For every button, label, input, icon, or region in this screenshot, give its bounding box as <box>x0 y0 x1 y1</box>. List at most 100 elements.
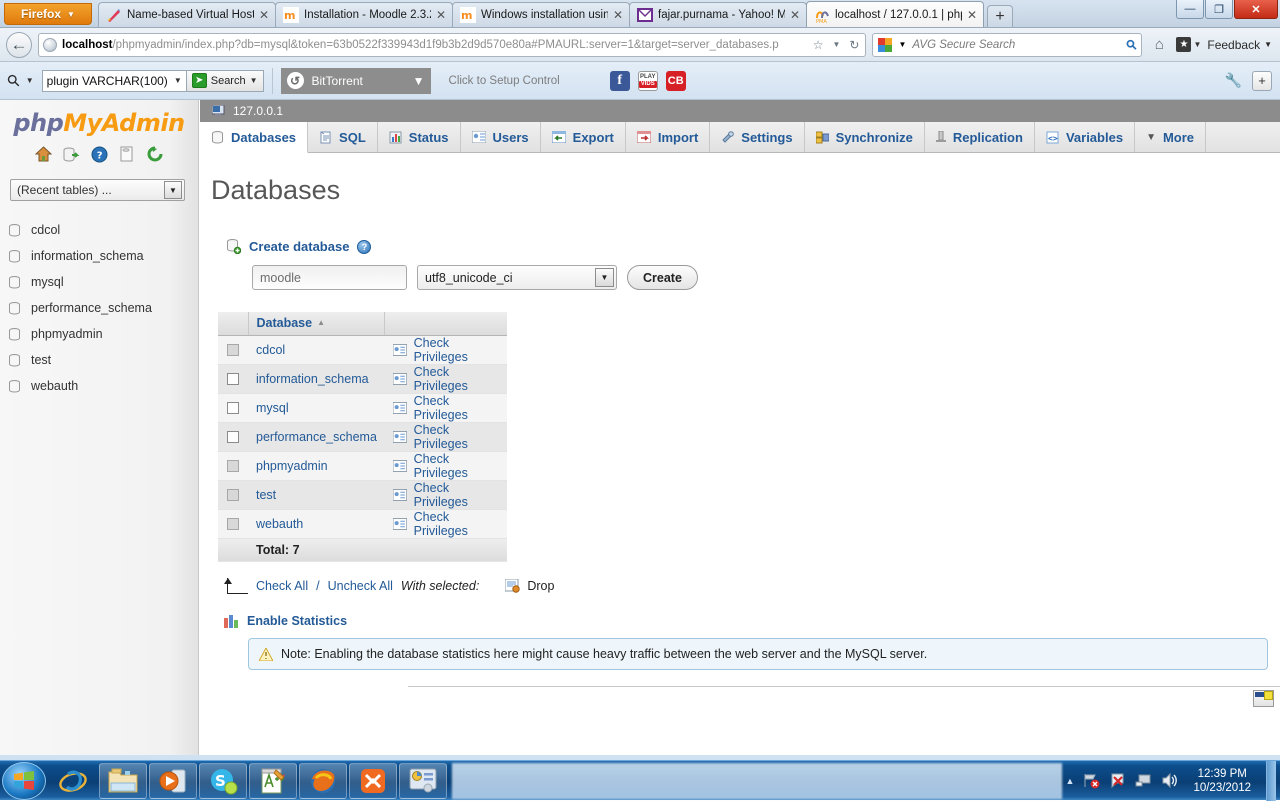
row-database-name[interactable]: cdcol <box>248 335 385 365</box>
sidebar-db-performance_schema[interactable]: performance_schema <box>0 295 198 321</box>
add-icon[interactable]: + <box>1252 70 1272 91</box>
cb-icon[interactable]: CB <box>665 70 686 91</box>
reload-icon[interactable] <box>147 146 164 163</box>
row-privileges-cell[interactable]: Check Privileges <box>384 335 507 365</box>
row-checkbox-cell[interactable] <box>218 480 248 510</box>
bookmark-star-icon[interactable]: ☆ <box>811 38 826 52</box>
browser-tab-4[interactable]: PMA localhost / 127.0.0.1 | phpMy... ✕ <box>806 1 984 27</box>
help-icon[interactable]: ? <box>357 239 372 254</box>
tab-databases[interactable]: Databases <box>200 122 309 153</box>
console-toggle-icon[interactable] <box>1253 690 1274 707</box>
media-player-icon[interactable] <box>149 762 197 799</box>
setup-control-label[interactable]: Click to Setup Control <box>439 75 560 87</box>
sidebar-db-cdcol[interactable]: cdcol <box>0 217 198 243</box>
bittorrent-menu[interactable]: ↺ BitTorrent ▼ <box>280 67 431 94</box>
search-bar[interactable]: ▼ AVG Secure Search ⚲ <box>872 32 1143 57</box>
table-row[interactable]: performance_schema Check Privileges <box>218 422 507 452</box>
pma-search-button[interactable]: ➤ Search ▼ <box>186 69 264 92</box>
sidebar-db-mysql[interactable]: mysql <box>0 269 198 295</box>
row-checkbox-cell[interactable] <box>218 393 248 423</box>
search-icon[interactable]: ⚲ <box>3 69 25 91</box>
tab-status[interactable]: Status <box>377 122 461 152</box>
row-checkbox[interactable] <box>227 344 239 357</box>
tab-users[interactable]: Users <box>460 122 541 152</box>
row-checkbox[interactable] <box>227 489 239 502</box>
close-icon[interactable]: ✕ <box>613 9 625 21</box>
show-hidden-icons-icon[interactable]: ▲ <box>1066 776 1075 786</box>
firefox-icon[interactable] <box>299 762 347 799</box>
close-icon[interactable]: ✕ <box>967 9 979 21</box>
drop-action[interactable]: Drop <box>505 579 554 593</box>
row-privileges-cell[interactable]: Check Privileges <box>384 393 507 423</box>
tab-more[interactable]: ▼ More <box>1135 122 1207 152</box>
new-tab-button[interactable]: + <box>987 5 1013 27</box>
row-database-name[interactable]: test <box>248 480 385 510</box>
chevron-down-icon[interactable]: ▼ <box>830 40 842 49</box>
start-orb[interactable] <box>2 761 46 800</box>
check-all-link[interactable]: Check All <box>256 579 308 593</box>
back-button[interactable]: ← <box>6 31 32 58</box>
search-icon[interactable]: ⚲ <box>1123 35 1141 53</box>
row-checkbox-cell[interactable] <box>218 422 248 452</box>
show-desktop-button[interactable] <box>1266 760 1276 801</box>
xampp-icon[interactable] <box>349 762 397 799</box>
row-privileges-cell[interactable]: Check Privileges <box>384 509 507 539</box>
row-checkbox[interactable] <box>227 373 239 386</box>
action-center-icon[interactable] <box>1109 772 1126 789</box>
row-database-name[interactable]: mysql <box>248 393 385 423</box>
row-database-name[interactable]: webauth <box>248 509 385 539</box>
search-scope-select[interactable]: plugin VARCHAR(100) ▼ <box>41 69 187 92</box>
minimize-button[interactable]: — <box>1176 0 1204 19</box>
collation-select[interactable]: utf8_unicode_ci ▼ <box>417 265 617 290</box>
row-privileges-cell[interactable]: Check Privileges <box>384 422 507 452</box>
row-checkbox-cell[interactable] <box>218 364 248 394</box>
uncheck-all-link[interactable]: Uncheck All <box>328 579 393 593</box>
wrench-icon[interactable]: 🔧 <box>1225 72 1242 89</box>
network-error-icon[interactable] <box>1083 772 1100 789</box>
taskbar-clock[interactable]: 12:39 PM 10/23/2012 <box>1187 767 1257 795</box>
row-privileges-cell[interactable]: Check Privileges <box>384 480 507 510</box>
row-database-name[interactable]: phpmyadmin <box>248 451 385 481</box>
enable-statistics-row[interactable]: Enable Statistics <box>224 614 1280 628</box>
notepad-plus-plus-icon[interactable] <box>249 762 297 799</box>
database-name-input[interactable]: moodle <box>252 265 407 290</box>
recent-tables-select[interactable]: (Recent tables) ... ▼ <box>10 179 185 201</box>
tab-export[interactable]: Export <box>540 122 626 152</box>
row-database-name[interactable]: information_schema <box>248 364 385 394</box>
close-icon[interactable]: ✕ <box>259 9 271 21</box>
row-checkbox-cell[interactable] <box>218 509 248 539</box>
table-row[interactable]: cdcol Check Privileges <box>218 335 507 365</box>
firefox-menu-button[interactable]: Firefox ▼ <box>4 3 92 25</box>
row-checkbox[interactable] <box>227 402 239 415</box>
table-row[interactable]: test Check Privileges <box>218 480 507 510</box>
tab-variables[interactable]: <> Variables <box>1034 122 1136 152</box>
close-icon[interactable]: ✕ <box>436 9 448 21</box>
row-database-name[interactable]: performance_schema <box>248 422 385 452</box>
docs-icon[interactable] <box>119 146 136 163</box>
chevron-down-icon[interactable]: ▼ <box>26 76 34 85</box>
facebook-icon[interactable]: f <box>609 70 630 91</box>
playvids-icon[interactable]: PLAY VIDS <box>637 70 658 91</box>
bittorrent-toolbar[interactable]: ↺ BitTorrent ▼ <box>280 67 431 94</box>
browser-tab-1[interactable]: m Installation - Moodle 2.3.2+ (... ✕ <box>275 2 453 27</box>
sidebar-db-test[interactable]: test <box>0 347 198 373</box>
chevron-down-icon[interactable]: ▼ <box>898 40 906 49</box>
sidebar-db-phpmyadmin[interactable]: phpmyadmin <box>0 321 198 347</box>
skype-icon[interactable]: S <box>199 762 247 799</box>
logout-icon[interactable] <box>63 146 80 163</box>
tab-replication[interactable]: Replication <box>924 122 1035 152</box>
browser-tab-3[interactable]: fajar.purnama - Yahoo! Mail ✕ <box>629 2 807 27</box>
feedback-button[interactable]: Feedback ▼ <box>1207 38 1274 52</box>
search-input[interactable]: AVG Secure Search <box>912 39 1121 51</box>
file-explorer-icon[interactable] <box>99 762 147 799</box>
network-icon[interactable] <box>1135 772 1152 789</box>
header-database-col[interactable]: Database ▲ <box>247 312 385 336</box>
sidebar-db-information_schema[interactable]: information_schema <box>0 243 198 269</box>
sidebar-db-webauth[interactable]: webauth <box>0 373 198 399</box>
close-icon[interactable]: ✕ <box>790 9 802 21</box>
volume-icon[interactable] <box>1161 772 1178 789</box>
help-icon[interactable]: ? <box>91 146 108 163</box>
tab-import[interactable]: Import <box>625 122 711 152</box>
row-checkbox[interactable] <box>227 431 239 444</box>
table-row[interactable]: webauth Check Privileges <box>218 509 507 539</box>
